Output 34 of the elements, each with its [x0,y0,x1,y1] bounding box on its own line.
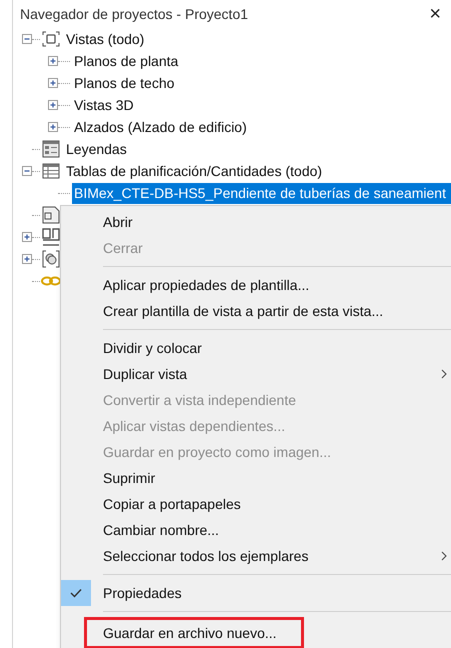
menu-item[interactable]: Suprimir [61,465,451,491]
expand-icon[interactable] [48,122,58,132]
tree-item[interactable]: Leyendas [66,138,127,160]
table-icon [42,163,60,179]
view-cube-icon [42,31,60,47]
panel-title: Navegador de proyectos - Proyecto1 [20,4,248,24]
expand-icon[interactable] [22,232,32,242]
tree-item[interactable]: Vistas 3D [72,94,136,116]
menu-item[interactable]: Abrir [61,209,451,235]
menu-item[interactable]: Duplicar vista [61,361,451,387]
tree-item[interactable]: Planos de planta [72,50,180,72]
menu-item[interactable]: Cambiar nombre... [61,517,451,543]
menu-item[interactable]: Crear plantilla de vista a partir de esta vista... [61,298,451,324]
close-button[interactable]: × [429,4,441,24]
tree-item[interactable]: Planos de techo [72,72,176,94]
family-icon [42,228,60,246]
tree-item[interactable]: BIMex_CTE-DB-HS5_Pendiente de tuberías de saneamient [72,182,451,204]
tree-item[interactable]: Alzados (Alzado de edificio) [72,116,249,138]
menu-item[interactable]: Copiar a portapapeles [61,491,451,517]
expand-icon[interactable] [48,56,58,66]
tree-item[interactable]: Vistas (todo) [66,28,144,50]
expand-icon[interactable] [48,78,58,88]
menu-item[interactable]: Dividir y colocar [61,335,451,361]
collapse-icon[interactable] [22,34,32,44]
menu-item[interactable]: Seleccionar todos los ejemplares [61,543,451,569]
legend-icon [42,140,60,158]
expand-icon[interactable] [48,100,58,110]
menu-item[interactable]: Aplicar propiedades de plantilla... [61,272,451,298]
menu-item[interactable]: Propiedades [61,580,451,606]
menu-item[interactable]: Guardar en archivo nuevo... [61,620,301,646]
link-icon [41,276,61,286]
collapse-icon[interactable] [22,166,32,176]
expand-icon[interactable] [22,254,32,264]
tree-item[interactable]: Tablas de planificación/Cantidades (todo) [66,160,322,182]
